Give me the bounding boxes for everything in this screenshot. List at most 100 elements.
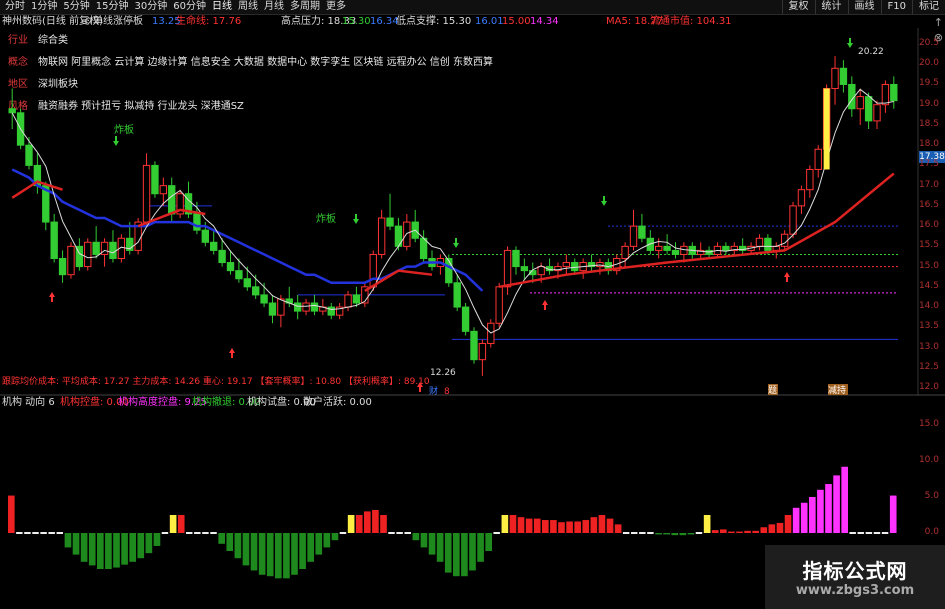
candle-body [344, 294, 352, 308]
retail-active: 散户活跃: 0.00 [303, 397, 372, 408]
mech-bar [258, 533, 266, 575]
mech-bar [792, 507, 800, 533]
zero-tick [56, 532, 64, 534]
candle-body [159, 185, 168, 195]
mech-bar [776, 522, 784, 533]
mech-bar [517, 517, 525, 533]
candle-body [478, 342, 487, 361]
candle-body [814, 148, 822, 170]
mech-bar [533, 518, 541, 533]
zero-tick [388, 532, 395, 534]
limit-up-bar [823, 88, 830, 170]
watermark-title: 指标公式网 [802, 559, 908, 583]
candle-body [789, 205, 797, 235]
mech-bar [679, 533, 687, 536]
mech-bar [315, 533, 323, 555]
mech-bar [283, 533, 290, 579]
mech-bar [234, 533, 242, 559]
candle-body [797, 189, 806, 207]
tag-ju: 题 [768, 385, 777, 396]
zero-tick [161, 532, 169, 534]
candle-body [461, 306, 470, 332]
candle-body [235, 270, 243, 280]
zero-tick [202, 532, 209, 534]
price-tick: 20.5 [918, 38, 939, 48]
mech-bar [331, 533, 339, 541]
high-price-label: 20.22 [858, 47, 884, 57]
zero-tick [647, 532, 654, 534]
mech-bar [736, 531, 743, 533]
candle-body [470, 330, 478, 361]
zero-tick [695, 532, 703, 534]
mech-bar [97, 533, 104, 569]
price-tick: 16.5 [918, 199, 939, 210]
mech-bar [461, 533, 468, 577]
candle-body [722, 245, 730, 251]
mech-bar [784, 515, 792, 533]
price-tick: 16.0 [918, 220, 939, 231]
zero-tick [186, 532, 193, 534]
candle-body [25, 144, 33, 166]
candle-body [873, 104, 881, 122]
price-tick: 14.0 [918, 301, 939, 312]
candle-body [268, 302, 277, 316]
candle-body [864, 96, 873, 122]
mech-bar [558, 522, 565, 533]
mech-bar [113, 533, 120, 568]
sell-arrow-4 [847, 38, 853, 48]
mech-bar [841, 466, 848, 533]
candle-body [226, 262, 235, 272]
candle-body [92, 241, 100, 255]
candle-body [201, 229, 210, 243]
mech-bar [355, 515, 363, 533]
mech-bar [372, 509, 379, 533]
zero-tick [210, 532, 217, 534]
mech-bar [226, 533, 234, 551]
mech-bar [242, 533, 250, 566]
mech-bar [436, 533, 444, 562]
mech-bar [566, 521, 573, 533]
zero-tick [24, 532, 31, 534]
indicator-info-bar: 机构 动向 6 机构控盘: 0.00 机构高度控盘: 9.25 机构撤退: 0.… [0, 396, 945, 409]
candle-body [520, 266, 529, 272]
mech-bar [347, 515, 355, 533]
zero-tick [631, 532, 638, 534]
zero-tick [881, 532, 889, 534]
cost-info-line: 跟踪均价成本: 平均成本: 17.27 主力成本: 14.26 重心: 19.1… [2, 375, 430, 387]
candle-body [50, 221, 58, 259]
zero-tick [493, 532, 500, 534]
mech-bar [88, 533, 96, 566]
candle-body [764, 237, 772, 251]
price-tick: 18.0 [918, 139, 939, 150]
mech-bar [428, 533, 436, 555]
zero-tick [16, 532, 23, 534]
zero-tick [873, 532, 881, 534]
candle-body [210, 241, 218, 251]
zero-tick [865, 532, 873, 534]
mech-bar [266, 533, 274, 577]
indicator-title[interactable]: 机构 动向 6 [2, 396, 55, 409]
candle-body [58, 257, 67, 276]
mech-bar [809, 497, 816, 533]
candle-body [671, 249, 680, 255]
mech-bar [250, 533, 258, 571]
candle-body [251, 286, 260, 296]
candle-body [67, 245, 75, 276]
price-tick: 13.0 [918, 341, 939, 352]
candle-body [562, 262, 571, 268]
indicator-tick: 15.0 [918, 419, 939, 429]
mech-bar [590, 517, 598, 533]
candle-body [168, 185, 176, 215]
mech-bar [8, 495, 15, 533]
mech-bar [105, 533, 112, 569]
mech-bar [275, 533, 282, 579]
zero-tick [849, 532, 856, 534]
candlestick-chart[interactable]: 20.2212.26炸板炸板跟踪均价成本: 平均成本: 17.27 主力成本: … [0, 0, 945, 396]
mech-bar [307, 533, 314, 562]
zero-tick [32, 532, 39, 534]
mech-bar [655, 533, 662, 535]
mech-bar [728, 531, 735, 533]
candle-body [881, 83, 890, 106]
candle-body [193, 213, 201, 231]
candle-body [445, 257, 453, 284]
